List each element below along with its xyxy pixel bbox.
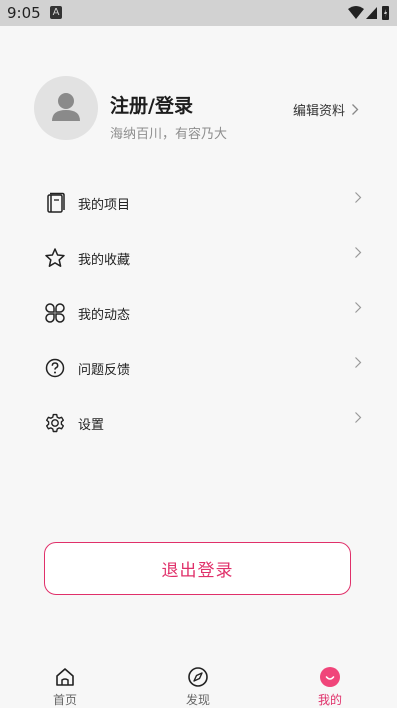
compass-icon — [188, 667, 208, 687]
menu-item-favorites[interactable]: 我的收藏 — [0, 230, 397, 285]
menu-item-projects[interactable]: 我的项目 — [0, 175, 397, 230]
wifi-icon — [348, 6, 364, 19]
menu-item-activity[interactable]: 我的动态 — [0, 285, 397, 340]
menu-item-label: 我的项目 — [78, 198, 131, 213]
tab-mine[interactable]: 我的 — [300, 654, 360, 707]
chevron-right-icon — [355, 247, 362, 258]
avatar[interactable] — [34, 76, 98, 140]
tab-label: 发现 — [185, 693, 210, 707]
status-bar: 9:05 A — [0, 0, 397, 26]
gear-icon — [46, 413, 64, 433]
status-time: 9:05 — [7, 4, 41, 22]
signal-icon — [366, 7, 377, 19]
menu-item-label: 设置 — [78, 418, 105, 433]
chevron-right-icon — [355, 357, 362, 368]
system-status-icons — [348, 6, 389, 20]
tab-label: 我的 — [317, 693, 342, 707]
chevron-right-icon — [355, 412, 362, 423]
star-icon — [45, 248, 65, 267]
chevron-right-icon — [355, 302, 362, 313]
tab-discover[interactable]: 发现 — [168, 654, 228, 707]
menu-item-label: 问题反馈 — [78, 363, 131, 378]
notebook-icon — [47, 192, 65, 213]
user-silhouette-icon — [52, 93, 80, 121]
edit-profile-label: 编辑资料 — [293, 104, 346, 119]
tab-label: 首页 — [52, 693, 77, 707]
menu-list: 我的项目 我的收藏 我的动态 问题反馈 设置 — [0, 175, 397, 450]
home-icon — [56, 668, 74, 686]
question-icon — [45, 358, 65, 378]
logout-button[interactable]: 退出登录 — [44, 542, 351, 595]
menu-item-label: 我的动态 — [78, 308, 131, 323]
bottom-tab-bar: 首页 发现 我的 — [0, 654, 397, 707]
notification-icon: A — [50, 6, 62, 19]
chevron-right-icon — [352, 104, 359, 115]
clover-icon — [45, 303, 65, 323]
tab-home[interactable]: 首页 — [35, 654, 95, 707]
profile-motto: 海纳百川，有容乃大 — [110, 127, 228, 142]
username[interactable]: 注册/登录 — [110, 91, 193, 118]
profile-header: 注册/登录 海纳百川，有容乃大 编辑资料 — [0, 74, 397, 146]
menu-item-settings[interactable]: 设置 — [0, 395, 397, 450]
smile-icon — [320, 667, 340, 687]
menu-item-feedback[interactable]: 问题反馈 — [0, 340, 397, 395]
edit-profile-button[interactable]: 编辑资料 — [293, 100, 359, 119]
chevron-right-icon — [355, 192, 362, 203]
menu-item-label: 我的收藏 — [78, 253, 131, 268]
